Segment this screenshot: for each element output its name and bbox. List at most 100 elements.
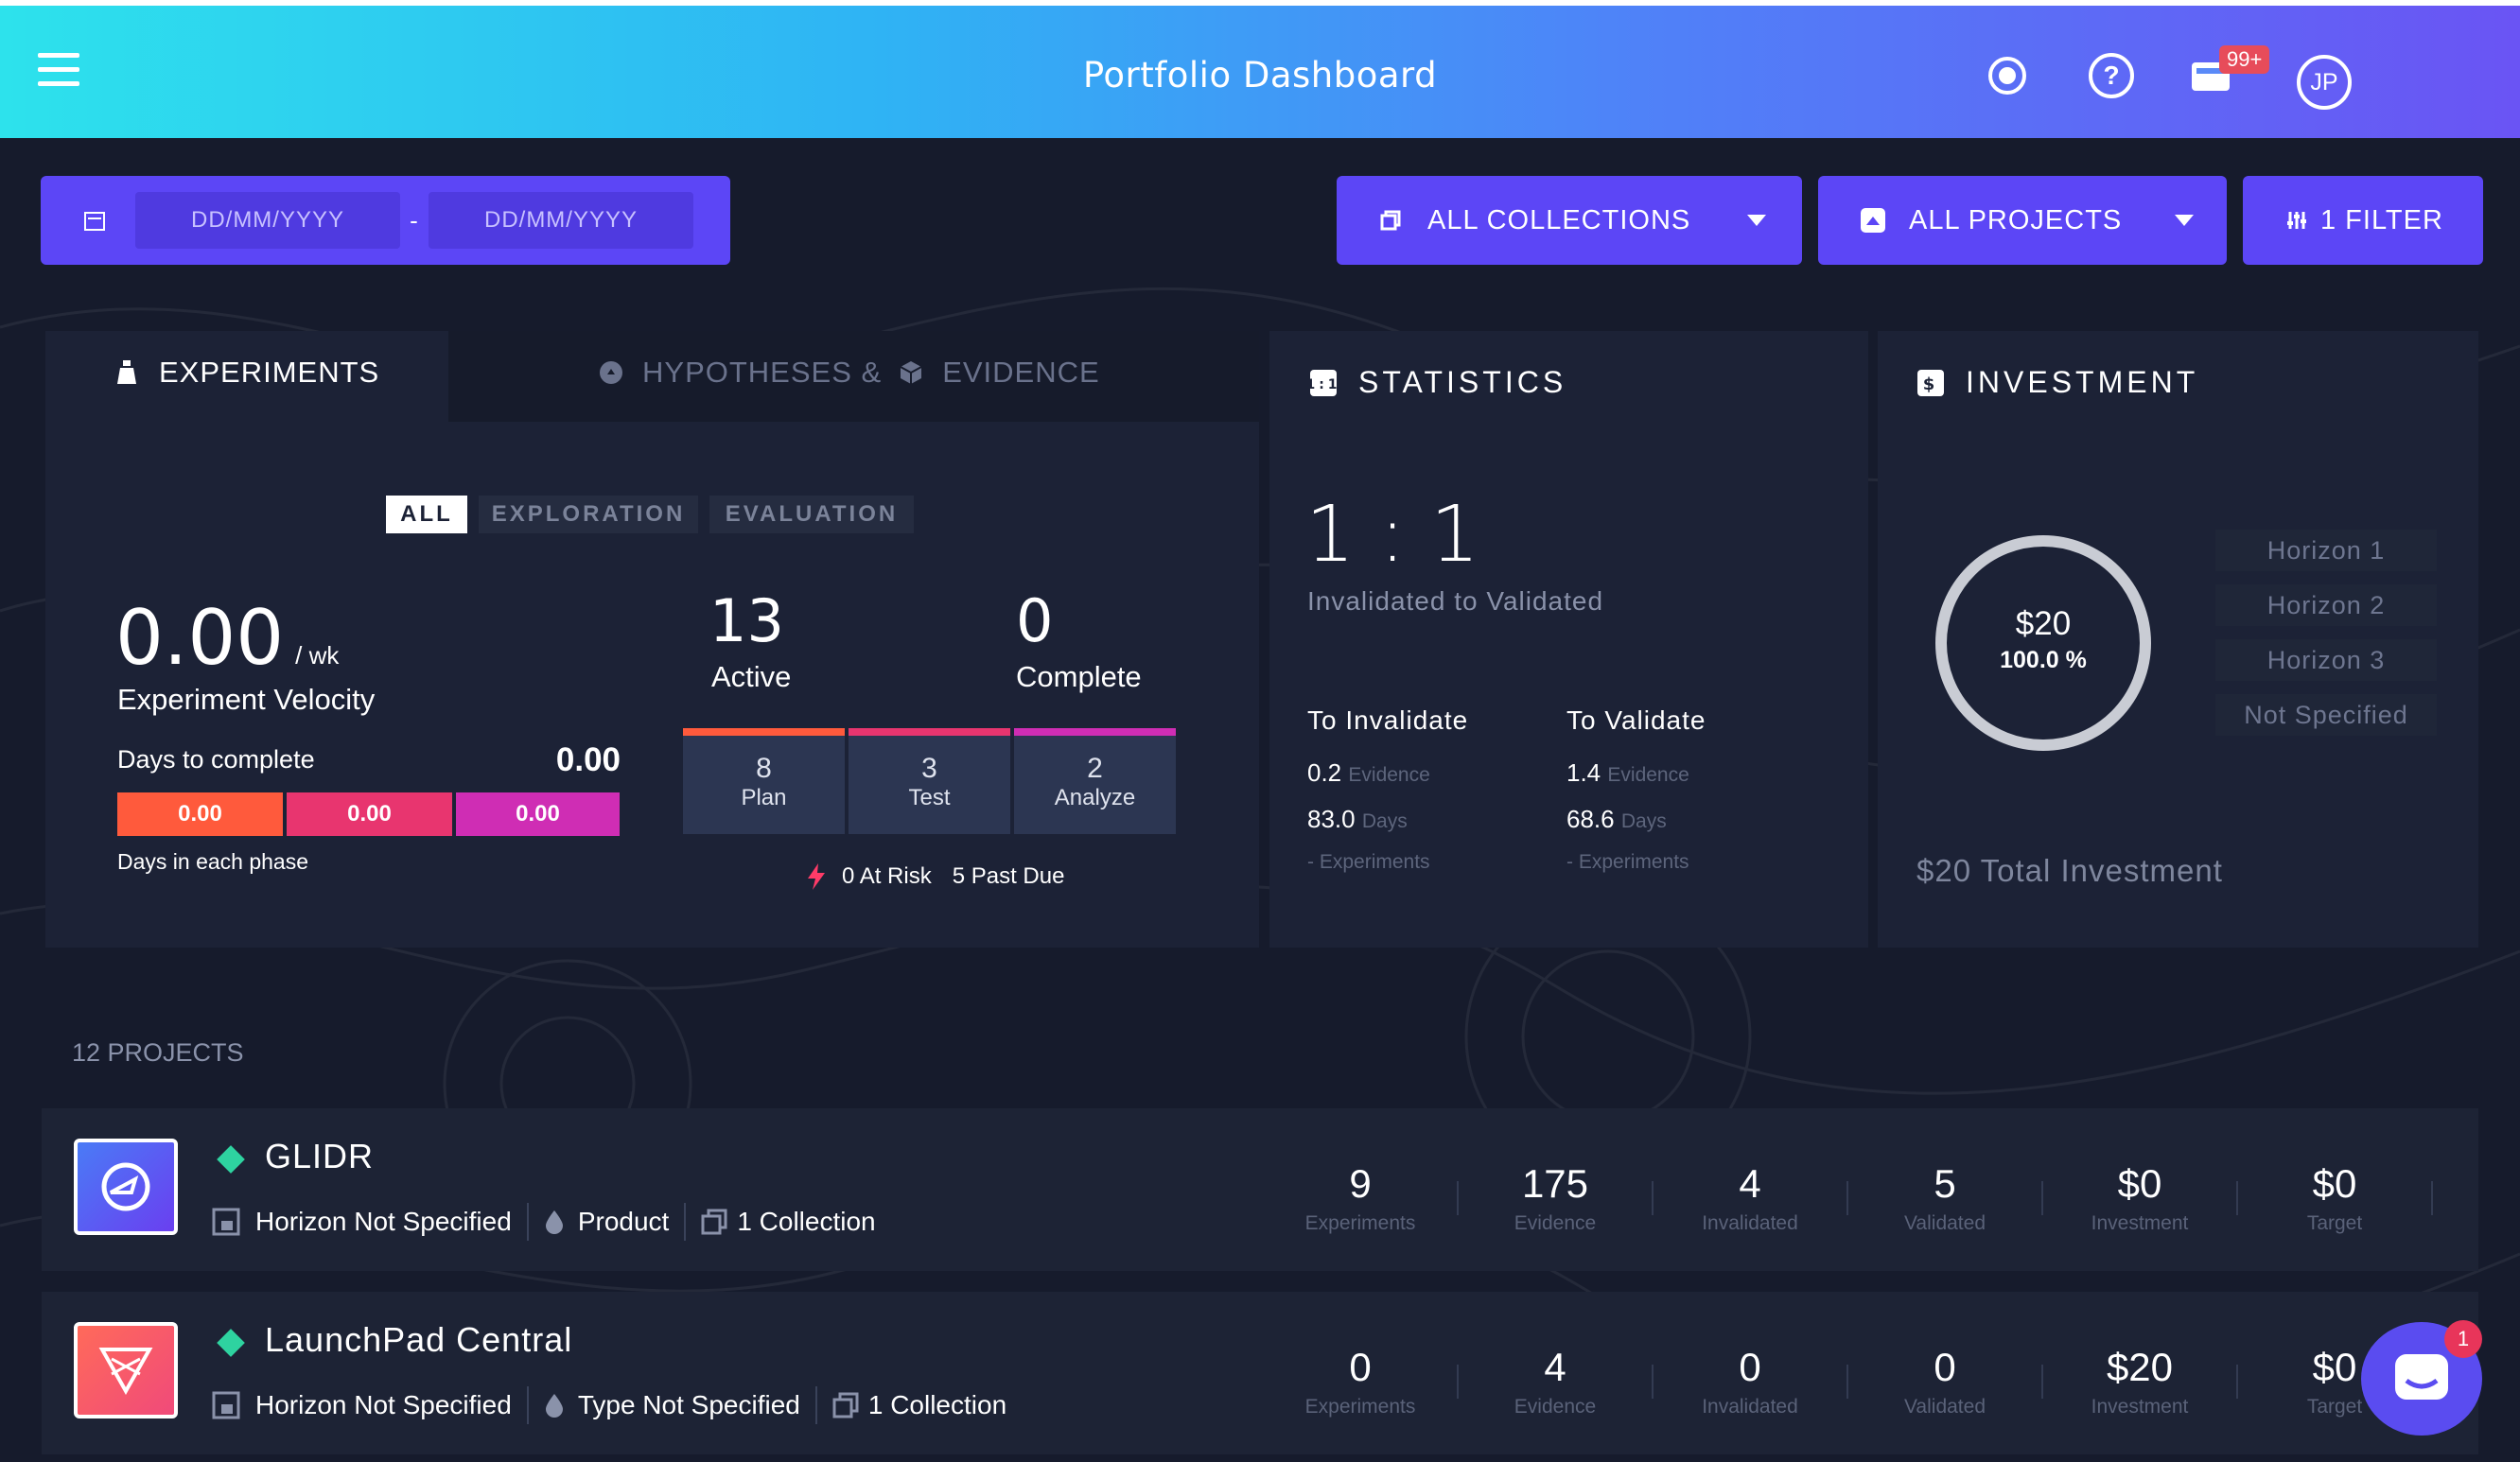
stat-evidence: 175 Evidence <box>1514 1161 1597 1234</box>
top-app-bar: Portfolio Dashboard ? 99+ JP <box>0 0 2520 138</box>
velocity-label: Experiment Velocity <box>117 683 376 716</box>
lightbulb-icon <box>600 361 622 384</box>
project-name[interactable]: LaunchPad Central <box>265 1320 572 1360</box>
collections-dropdown[interactable]: ALL COLLECTIONS <box>1337 176 1802 265</box>
to-validate-heading: To Validate <box>1566 705 1706 735</box>
chat-icon <box>2395 1354 2448 1400</box>
stat-experiments: 0 Experiments <box>1304 1345 1416 1418</box>
filter-button[interactable]: 1 FILTER <box>2243 176 2483 265</box>
project-stats: 9 Experiments 175 Evidence 4 Invalidated 5V… <box>1285 1161 2454 1235</box>
stat-validated: 0 Validated <box>1903 1345 1986 1418</box>
stage-counts: 8 Plan 3 Test 2 Analyze <box>683 728 1176 834</box>
stat-investment: $20 Investment <box>2091 1345 2189 1418</box>
type-drop-icon <box>545 1210 563 1234</box>
page-title: Portfolio Dashboard <box>1082 55 1438 96</box>
complete-count: 0 <box>1016 586 1054 655</box>
stage-test[interactable]: 3 Test <box>849 728 1010 834</box>
broadcast-icon[interactable] <box>1985 53 2030 98</box>
active-count: 13 <box>709 586 784 655</box>
launchpad-logo <box>74 1322 178 1418</box>
legend-horizon-3: Horizon 3 <box>2215 639 2437 681</box>
horizon-icon <box>212 1208 240 1236</box>
tab-hypotheses-label: HYPOTHESES & EVIDENCE <box>599 356 1100 390</box>
date-to-input[interactable]: DD/MM/YYYY <box>429 192 693 249</box>
lightning-icon <box>808 863 825 890</box>
projects-dropdown[interactable]: ALL PROJECTS <box>1818 176 2227 265</box>
type-drop-icon <box>545 1394 563 1418</box>
flask-icon <box>117 360 136 384</box>
phase-days-bar: 0.00 0.00 0.00 <box>117 792 620 836</box>
horizon-legend: Horizon 1 Horizon 2 Horizon 3 Not Specif… <box>2215 530 2437 736</box>
phase-days-segment: 0.00 <box>287 792 452 836</box>
ratio-value: 1 : 1 <box>1305 490 1480 580</box>
glidr-logo <box>74 1139 178 1235</box>
chevron-down-icon <box>2175 215 2195 226</box>
stage-plan[interactable]: 8 Plan <box>683 728 845 834</box>
investment-donut-chart <box>1935 535 2151 751</box>
stage-analyze[interactable]: 2 Analyze <box>1014 728 1176 834</box>
segment-exploration[interactable]: EXPLORATION <box>479 496 698 533</box>
investment-percent: 100.0 % <box>2000 647 2087 673</box>
sliders-icon <box>2287 212 2306 229</box>
project-icon <box>1861 208 1885 233</box>
stat-evidence: 4 Evidence <box>1514 1345 1597 1418</box>
stat-invalidated: 0 Invalidated <box>1702 1345 1798 1418</box>
ratio-icon: 1:1 <box>1309 369 1338 396</box>
stat-investment: $0 Investment <box>2091 1161 2189 1234</box>
svg-text:1:1: 1:1 <box>1309 377 1338 392</box>
investment-header: $ INVESTMENT <box>1916 365 2198 400</box>
user-avatar[interactable]: JP <box>2297 55 2352 110</box>
past-due-count: 5 Past Due <box>952 863 1065 889</box>
filter-label: 1 FILTER <box>2320 204 2443 235</box>
notification-badge: 99+ <box>2219 45 2270 74</box>
phase-filter-segments: ALL EXPLORATION EVALUATION <box>386 496 914 533</box>
chevron-down-icon <box>1747 215 1767 226</box>
stat-invalidated: 4 Invalidated <box>1702 1161 1798 1234</box>
project-stats: 0 Experiments 4 Evidence 0 Invalidated 0 Val… <box>1285 1345 2410 1418</box>
investment-amount: $20 <box>2015 605 2072 642</box>
projects-count: 12 PROJECTS <box>72 1038 244 1067</box>
date-range-picker[interactable]: DD/MM/YYYY - DD/MM/YYYY <box>41 176 730 265</box>
risk-summary: 0 At Risk 5 Past Due <box>806 862 1064 891</box>
velocity-metric: 0.00 / wk <box>115 594 339 682</box>
projects-label: ALL PROJECTS <box>1909 204 2123 235</box>
horizon-icon <box>212 1391 240 1419</box>
help-icon[interactable]: ? <box>2089 53 2134 98</box>
velocity-value: 0.00 <box>115 594 285 682</box>
segment-all[interactable]: ALL <box>386 496 467 533</box>
total-investment: $20 Total Investment <box>1916 853 2223 888</box>
segment-evaluation[interactable]: EVALUATION <box>709 496 914 533</box>
cube-icon <box>900 361 922 384</box>
ratio-label: Invalidated to Validated <box>1307 586 1604 616</box>
collection-icon <box>701 1209 727 1235</box>
stat-validated: 5 Validated <box>1903 1161 1986 1234</box>
phase-days-segment: 0.00 <box>117 792 283 836</box>
project-meta: Horizon Not Specified Type Not Specified… <box>212 1386 1006 1424</box>
to-invalidate-column: To Invalidate 0.2 Evidence 83.0 Days - E… <box>1307 705 1469 873</box>
project-meta: Horizon Not Specified Product 1 Collecti… <box>212 1203 876 1241</box>
legend-horizon-2: Horizon 2 <box>2215 584 2437 626</box>
days-to-complete-label: Days to complete <box>117 745 315 774</box>
at-risk-count: 0 At Risk <box>842 863 932 889</box>
stat-target: $0 Target <box>2306 1161 2363 1234</box>
calendar-icon <box>84 212 105 231</box>
active-label: Active <box>711 660 792 693</box>
phase-caption: Days in each phase <box>117 849 309 874</box>
legend-not-specified: Not Specified <box>2215 694 2437 736</box>
to-invalidate-heading: To Invalidate <box>1307 705 1469 735</box>
days-to-complete-value: 0.00 <box>555 741 621 778</box>
tab-experiments[interactable]: EXPERIMENTS <box>115 356 379 390</box>
complete-label: Complete <box>1016 660 1142 693</box>
collection-icon <box>832 1392 859 1418</box>
date-separator: - <box>410 205 419 235</box>
stat-experiments: 9 Experiments <box>1304 1161 1416 1234</box>
collections-label: ALL COLLECTIONS <box>1427 204 1691 235</box>
to-validate-column: To Validate 1.4 Evidence 68.6 Days - Exp… <box>1566 705 1706 873</box>
velocity-unit: / wk <box>295 641 340 670</box>
statistics-header: 1:1 STATISTICS <box>1309 365 1566 400</box>
project-name[interactable]: GLIDR <box>265 1137 374 1176</box>
legend-horizon-1: Horizon 1 <box>2215 530 2437 571</box>
svg-text:$: $ <box>1923 374 1939 394</box>
date-from-input[interactable]: DD/MM/YYYY <box>135 192 400 249</box>
phase-days-segment: 0.00 <box>456 792 620 836</box>
